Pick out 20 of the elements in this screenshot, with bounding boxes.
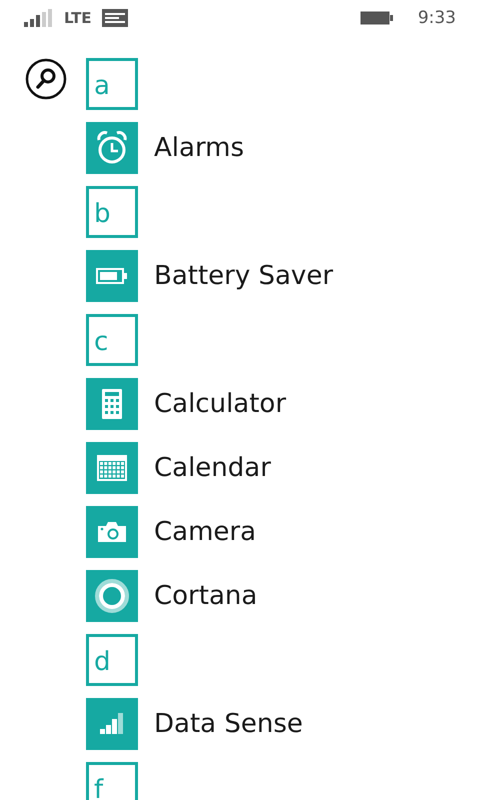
app-name[interactable]: Alarms — [154, 133, 244, 163]
search-icon[interactable] — [25, 58, 67, 100]
signal-icon — [24, 9, 52, 27]
signal-bars-icon[interactable] — [86, 698, 138, 750]
app-name[interactable]: Camera — [154, 517, 256, 547]
battery-icon — [360, 11, 394, 25]
battery-icon[interactable] — [86, 250, 138, 302]
message-icon — [102, 9, 128, 27]
network-type: LTE — [64, 9, 92, 27]
clock-time: 9:33 — [418, 8, 456, 28]
calendar-icon[interactable] — [86, 442, 138, 494]
app-name[interactable]: Data Sense — [154, 709, 303, 739]
camera-icon[interactable] — [86, 506, 138, 558]
app-name[interactable]: Cortana — [154, 581, 258, 611]
ring-icon[interactable] — [86, 570, 138, 622]
calculator-icon[interactable] — [86, 378, 138, 430]
app-name[interactable]: Calculator — [154, 389, 286, 419]
alarm-clock-icon[interactable] — [86, 122, 138, 174]
app-name[interactable]: Calendar — [154, 453, 271, 483]
app-name[interactable]: Battery Saver — [154, 261, 334, 291]
